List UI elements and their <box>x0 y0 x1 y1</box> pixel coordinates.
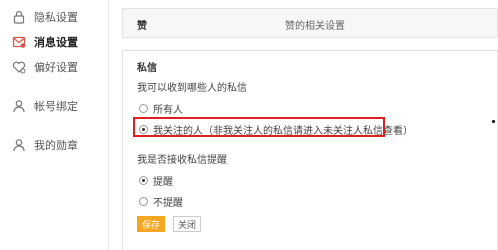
option-label: 我关注的人（非我关注人的私信请进入未关注人私信查看） <box>153 126 413 137</box>
sidebar-item-medals[interactable]: 我的勋章 <box>0 134 108 156</box>
sidebar-item-preferences[interactable]: 偏好设置 <box>0 56 108 78</box>
reminder-question: 我是否接收私信提醒 <box>137 155 227 166</box>
sidebar-item-messages[interactable]: 消息设置 <box>0 31 108 53</box>
option-label: 不提醒 <box>153 198 183 209</box>
option-remind[interactable]: 提醒 <box>139 173 173 188</box>
close-button[interactable]: 关闭 <box>173 216 201 232</box>
radio-remind[interactable] <box>139 176 148 185</box>
option-label: 所有人 <box>153 105 183 116</box>
sidebar-item-label: 我的勋章 <box>34 139 78 152</box>
cursor-dot <box>492 120 495 123</box>
option-label: 提醒 <box>153 177 173 188</box>
likes-description: 赞的相关设置 <box>285 21 345 32</box>
save-button[interactable]: 保存 <box>137 216 165 232</box>
likes-title: 赞 <box>137 21 147 32</box>
radio-everyone[interactable] <box>139 104 148 113</box>
private-message-panel: 私信 我可以收到哪些人的私信 所有人 我关注的人（非我关注人的私信请进入未关注人… <box>122 50 498 250</box>
sidebar-item-label: 隐私设置 <box>34 11 78 24</box>
medal-icon <box>12 138 26 152</box>
option-no-remind[interactable]: 不提醒 <box>139 194 183 209</box>
option-following[interactable]: 我关注的人（非我关注人的私信请进入未关注人私信查看） <box>139 122 413 137</box>
radio-no-remind[interactable] <box>139 197 148 206</box>
sidebar-item-privacy[interactable]: 隐私设置 <box>0 6 108 28</box>
sidebar-item-label: 偏好设置 <box>34 61 78 74</box>
user-icon <box>12 99 26 113</box>
sidebar-item-label: 消息设置 <box>34 36 78 49</box>
option-everyone[interactable]: 所有人 <box>139 101 183 116</box>
likes-section: 赞 赞的相关设置 <box>122 8 498 38</box>
heart-settings-icon <box>12 60 26 74</box>
main-content: 赞 赞的相关设置 私信 我可以收到哪些人的私信 所有人 我关注的人（非我关注人的… <box>122 0 498 250</box>
receive-from-question: 我可以收到哪些人的私信 <box>137 83 247 94</box>
sidebar-item-account-binding[interactable]: 帐号绑定 <box>0 95 108 117</box>
radio-following[interactable] <box>139 125 148 134</box>
message-icon <box>12 35 26 49</box>
lock-icon <box>12 10 26 24</box>
private-message-title: 私信 <box>137 63 157 74</box>
sidebar: 隐私设置 消息设置 偏好设置 帐号绑定 我的勋章 <box>0 0 109 250</box>
sidebar-item-label: 帐号绑定 <box>34 100 78 113</box>
